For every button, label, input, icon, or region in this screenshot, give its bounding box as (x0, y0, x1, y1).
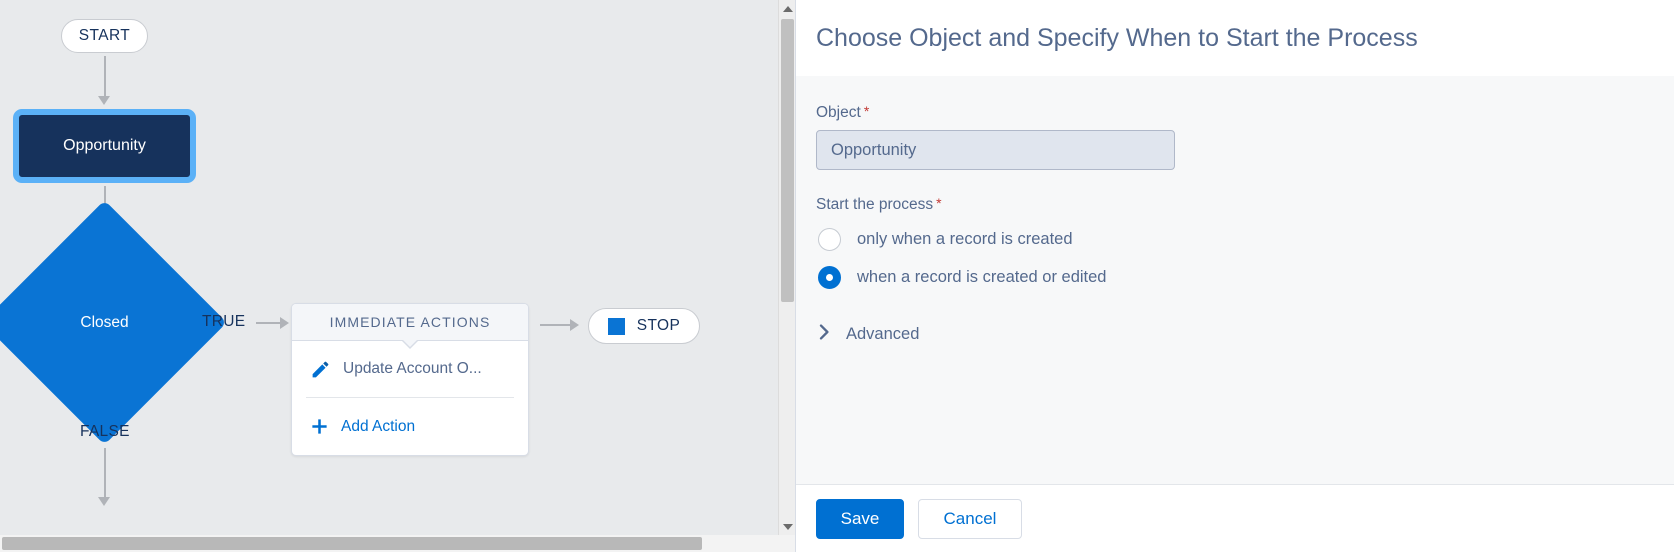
chevron-right-icon (818, 324, 832, 345)
connector-arrow-false-down (98, 497, 110, 506)
side-panel: Choose Object and Specify When to Start … (795, 0, 1674, 552)
start-process-required-marker: * (936, 195, 942, 211)
object-field-label: Object * (816, 104, 1674, 122)
branch-label-false: FALSE (80, 423, 130, 440)
connector-false-down (104, 448, 106, 500)
connector-start-to-object (104, 56, 106, 99)
decision-node-label-wrap: Closed (18, 236, 191, 409)
advanced-section-toggle[interactable]: Advanced (816, 324, 1674, 345)
object-field-label-text: Object (816, 104, 861, 121)
connector-arrow-true-to-actions (280, 317, 289, 329)
action-row-update-account[interactable]: Update Account O... (306, 341, 514, 398)
object-node-label: Opportunity (63, 137, 146, 154)
plus-icon (310, 417, 329, 436)
immediate-actions-title: IMMEDIATE ACTIONS (329, 314, 491, 330)
stop-square-icon (607, 317, 625, 335)
object-required-marker: * (863, 103, 870, 119)
radio-option-created-or-edited-label: when a record is created or edited (857, 267, 1107, 286)
scroll-down-arrow-icon[interactable] (779, 518, 795, 535)
radio-option-only-when-created-label: only when a record is created (857, 229, 1073, 248)
immediate-actions-card[interactable]: IMMEDIATE ACTIONS Update Account O... Ad… (291, 303, 529, 456)
branch-label-true: TRUE (202, 313, 246, 330)
canvas-horizontal-scrollbar[interactable] (0, 535, 778, 552)
start-process-label-text: Start the process (816, 196, 934, 213)
radio-dot (826, 273, 833, 281)
advanced-label: Advanced (846, 325, 920, 343)
page-title: Choose Object and Specify When to Start … (816, 23, 1418, 52)
scroll-up-arrow-icon[interactable] (779, 0, 795, 17)
radio-option-only-when-created[interactable]: only when a record is created (816, 222, 1674, 256)
process-builder-screen: START Opportunity Closed TRUE FALSE IMME… (0, 0, 1674, 552)
radio-option-created-or-edited[interactable]: when a record is created or edited (816, 260, 1674, 294)
start-process-label: Start the process * (816, 196, 1674, 214)
canvas-vertical-scrollbar[interactable] (778, 0, 795, 552)
object-input[interactable] (816, 130, 1175, 170)
horizontal-scrollbar-thumb[interactable] (2, 537, 702, 550)
decision-node-label: Closed (80, 313, 129, 331)
side-panel-header: Choose Object and Specify When to Start … (796, 0, 1674, 76)
scrollbar-corner (778, 535, 795, 552)
radio-button-checked[interactable] (818, 265, 841, 289)
start-process-group: Start the process * only when a record i… (816, 196, 1674, 294)
side-panel-body: Object * Start the process * only when a… (796, 76, 1674, 484)
pencil-icon (310, 359, 331, 380)
connector-true-to-actions (256, 322, 282, 324)
save-button[interactable]: Save (816, 498, 904, 539)
add-action-button[interactable]: Add Action (292, 398, 528, 455)
side-panel-footer: Save Cancel (796, 484, 1674, 552)
connector-arrow-actions-to-stop (570, 319, 579, 331)
cancel-button[interactable]: Cancel (918, 498, 1022, 539)
process-canvas[interactable]: START Opportunity Closed TRUE FALSE IMME… (0, 0, 795, 552)
stop-node-label: STOP (636, 317, 681, 334)
start-node[interactable]: START (61, 19, 148, 53)
connector-actions-to-stop (540, 324, 572, 326)
radio-button-unchecked[interactable] (818, 227, 841, 251)
start-node-label: START (78, 27, 131, 44)
canvas-inner: START Opportunity Closed TRUE FALSE IMME… (0, 0, 795, 552)
add-action-label: Add Action (341, 417, 416, 435)
vertical-scrollbar-thumb[interactable] (781, 19, 794, 302)
object-node-opportunity[interactable]: Opportunity (13, 109, 196, 183)
stop-node[interactable]: STOP (588, 308, 700, 344)
action-row-update-account-label: Update Account O... (343, 360, 482, 377)
immediate-actions-header: IMMEDIATE ACTIONS (292, 304, 528, 349)
connector-arrow-start-to-object (98, 96, 110, 105)
